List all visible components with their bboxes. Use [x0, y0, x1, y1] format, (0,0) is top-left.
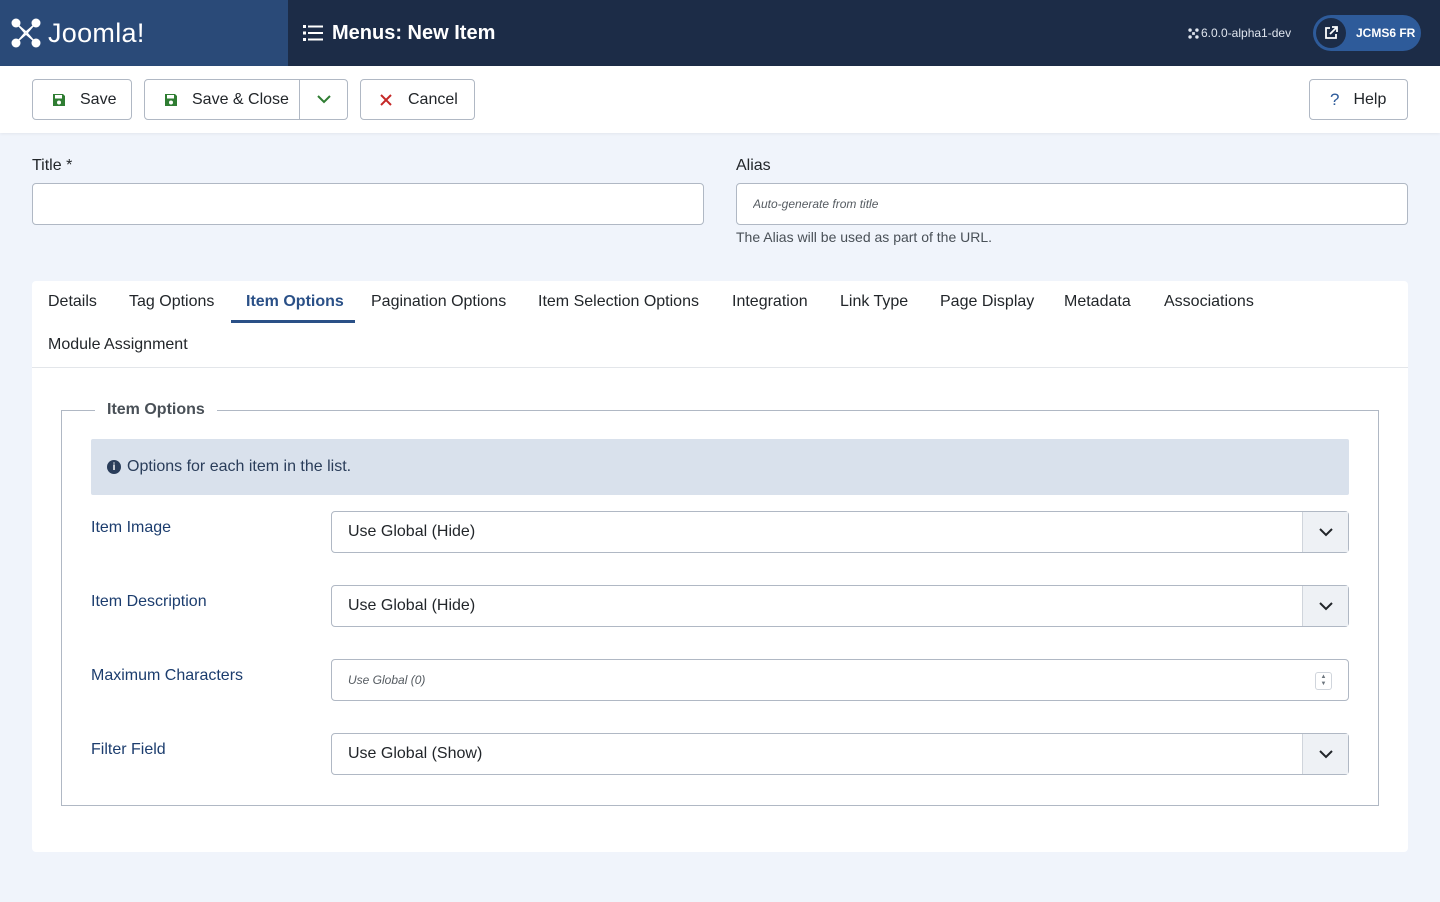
filter-field-value: Use Global (Show): [348, 745, 483, 762]
logo-text: Joomla!: [48, 17, 145, 48]
tab-associations[interactable]: Associations: [1164, 281, 1254, 323]
help-button[interactable]: ? Help: [1309, 79, 1408, 120]
close-icon: [380, 93, 392, 106]
alias-input[interactable]: [736, 183, 1408, 225]
info-alert: i Options for each item in the list.: [91, 439, 1349, 495]
filter-field-label: Filter Field: [91, 741, 166, 758]
item-image-value: Use Global (Hide): [348, 523, 476, 540]
tabs-divider: [32, 367, 1408, 368]
tab-tag-options[interactable]: Tag Options: [129, 281, 214, 323]
item-image-label: Item Image: [91, 519, 172, 536]
tab-item-options[interactable]: Item Options: [246, 281, 344, 323]
title-label: Title *: [32, 157, 73, 174]
save-close-button[interactable]: Save & Close: [144, 79, 348, 120]
alias-help-text: The Alias will be used as part of the UR…: [736, 229, 993, 245]
list-icon: [303, 25, 323, 41]
tab-pagination-options[interactable]: Pagination Options: [371, 281, 506, 323]
save-close-label: Save & Close: [192, 90, 289, 108]
save-label: Save: [80, 90, 117, 108]
item-options-fieldset: Item Options i Options for each item in …: [61, 401, 1379, 806]
save-button[interactable]: Save: [32, 79, 132, 120]
top-header: Joomla! Menus: New Item 6.0.0-alpha1-dev…: [0, 0, 1440, 66]
item-image-select[interactable]: Use Global (Hide): [331, 511, 1349, 553]
page-title-area: Menus: New Item: [303, 0, 495, 66]
version-text: 6.0.0-alpha1-dev: [1201, 26, 1292, 40]
maximum-characters-input[interactable]: Use Global (0) ▲ ▼: [331, 659, 1349, 701]
chevron-down-icon: [1302, 734, 1348, 774]
fieldset-legend: Item Options: [95, 401, 217, 419]
filter-field-select[interactable]: Use Global (Show): [331, 733, 1349, 775]
item-description-value: Use Global (Hide): [348, 597, 476, 614]
site-button-label: JCMS6 FR: [1356, 26, 1416, 40]
number-spinner-icon[interactable]: ▲ ▼: [1315, 672, 1332, 690]
view-site-button[interactable]: JCMS6 FR: [1313, 15, 1421, 51]
joomla-logo[interactable]: Joomla!: [0, 0, 288, 66]
help-label: Help: [1353, 90, 1387, 108]
item-description-label: Item Description: [91, 593, 207, 610]
external-link-icon: [1316, 18, 1346, 48]
tab-module-assignment[interactable]: Module Assignment: [48, 324, 188, 366]
toolbar: Save Save & Close Cancel ? Help: [0, 66, 1440, 133]
tab-page-display[interactable]: Page Display: [940, 281, 1034, 323]
chevron-down-icon: [1302, 586, 1348, 626]
joomla-small-icon: [1188, 27, 1199, 39]
question-icon: ?: [1330, 89, 1340, 109]
info-icon: i: [107, 460, 121, 474]
alias-label: Alias: [736, 157, 771, 174]
tabs-panel: Details Tag Options Item Options Paginat…: [32, 281, 1408, 852]
tab-details[interactable]: Details: [48, 281, 97, 323]
info-text: Options for each item in the list.: [127, 458, 352, 475]
tab-metadata[interactable]: Metadata: [1064, 281, 1131, 323]
maximum-characters-label: Maximum Characters: [91, 667, 244, 684]
maximum-characters-placeholder: Use Global (0): [348, 673, 426, 687]
page-title: Menus: New Item: [332, 21, 496, 44]
save-icon: [52, 93, 66, 107]
cancel-label: Cancel: [408, 90, 458, 108]
tab-item-selection-options[interactable]: Item Selection Options: [538, 281, 699, 323]
save-options-dropdown[interactable]: [300, 80, 348, 119]
item-description-select[interactable]: Use Global (Hide): [331, 585, 1349, 627]
tab-integration[interactable]: Integration: [732, 281, 808, 323]
active-tab-indicator: [231, 320, 355, 323]
chevron-down-icon: [317, 95, 331, 104]
cancel-button[interactable]: Cancel: [360, 79, 475, 120]
title-input[interactable]: [32, 183, 704, 225]
chevron-down-icon: [1302, 512, 1348, 552]
save-icon: [164, 93, 178, 107]
joomla-logo-icon: [11, 18, 41, 48]
tab-link-type[interactable]: Link Type: [840, 281, 908, 323]
version-info: 6.0.0-alpha1-dev: [1188, 26, 1291, 40]
